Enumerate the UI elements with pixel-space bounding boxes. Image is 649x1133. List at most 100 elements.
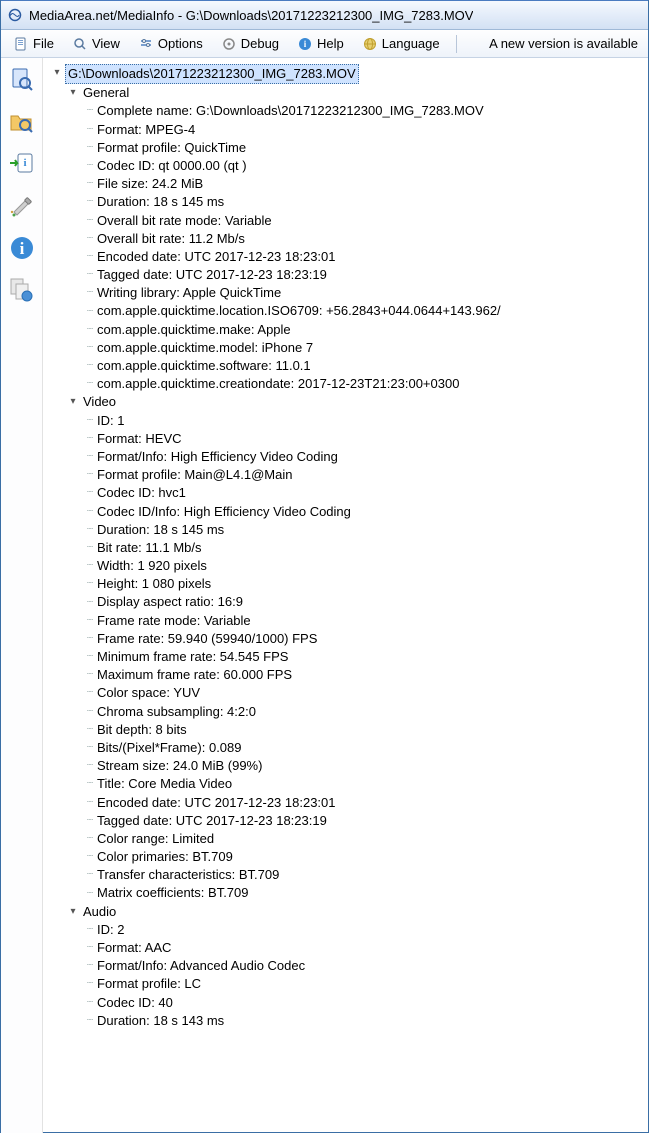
tree-leaf-label[interactable]: Frame rate: 59.940 (59940/1000) FPS: [97, 630, 317, 648]
tree-leaf-label[interactable]: Color range: Limited: [97, 830, 214, 848]
tree-section-label[interactable]: Audio: [81, 903, 118, 921]
tree-leaf-label[interactable]: com.apple.quicktime.creationdate: 2017-1…: [97, 375, 459, 393]
tree-leaf-label[interactable]: com.apple.quicktime.model: iPhone 7: [97, 339, 313, 357]
tree-leaf-label[interactable]: ID: 2: [97, 921, 124, 939]
tree-leaf-label[interactable]: Writing library: Apple QuickTime: [97, 284, 281, 302]
tree-leaf-label[interactable]: Height: 1 080 pixels: [97, 575, 211, 593]
menu-separator: [456, 35, 457, 53]
tree-leaf-label[interactable]: Format: AAC: [97, 939, 171, 957]
tree-leaf-label[interactable]: Matrix coefficients: BT.709: [97, 884, 249, 902]
tree-leaf-label[interactable]: Complete name: G:\Downloads\201712232123…: [97, 102, 484, 120]
tree-leaf-label[interactable]: Chroma subsampling: 4:2:0: [97, 703, 256, 721]
sidebar-preferences-button[interactable]: [6, 190, 38, 222]
tree-leaf-label[interactable]: Frame rate mode: Variable: [97, 612, 251, 630]
tree-leaf-connector: ┈: [83, 614, 97, 628]
menu-language-label: Language: [382, 36, 440, 51]
tree-leaf-label[interactable]: com.apple.quicktime.location.ISO6709: +5…: [97, 302, 501, 320]
tree-leaf-label[interactable]: Duration: 18 s 143 ms: [97, 1012, 224, 1030]
tree-leaf-label[interactable]: com.apple.quicktime.software: 11.0.1: [97, 357, 311, 375]
tree-section-label[interactable]: General: [81, 84, 131, 102]
tree-leaf-label[interactable]: Codec ID: qt 0000.00 (qt ): [97, 157, 247, 175]
app-icon: [7, 7, 23, 23]
menu-options[interactable]: Options: [132, 34, 209, 54]
tree-leaf-label[interactable]: Encoded date: UTC 2017-12-23 18:23:01: [97, 794, 336, 812]
tree-expander[interactable]: [67, 395, 79, 409]
menu-view[interactable]: View: [66, 34, 126, 54]
tree-leaf-connector: ┈: [83, 814, 97, 828]
tree-leaf-label[interactable]: Display aspect ratio: 16:9: [97, 593, 243, 611]
options-icon: [138, 36, 154, 52]
tree-view[interactable]: G:\Downloads\20171223212300_IMG_7283.MOV…: [43, 58, 648, 1133]
tree-leaf-label[interactable]: Maximum frame rate: 60.000 FPS: [97, 666, 292, 684]
tree-expander[interactable]: [51, 66, 63, 80]
tree-leaf-label[interactable]: Format/Info: Advanced Audio Codec: [97, 957, 305, 975]
tree-leaf-label[interactable]: Duration: 18 s 145 ms: [97, 193, 224, 211]
help-icon: i: [297, 36, 313, 52]
sidebar-export-button[interactable]: i: [6, 148, 38, 180]
tree-leaf-connector: ┈: [83, 887, 97, 901]
tree-leaf-connector: ┈: [83, 104, 97, 118]
sidebar: i i: [1, 58, 43, 1133]
tree-leaf-connector: ┈: [83, 268, 97, 282]
sidebar-web-button[interactable]: [6, 274, 38, 306]
tree-leaf-label[interactable]: Codec ID: 40: [97, 994, 173, 1012]
tree-leaf-label[interactable]: Format/Info: High Efficiency Video Codin…: [97, 448, 338, 466]
update-available-link[interactable]: A new version is available: [489, 36, 642, 51]
menu-file-label: File: [33, 36, 54, 51]
tree-leaf-connector: ┈: [83, 286, 97, 300]
tree-leaf-label[interactable]: Codec ID: hvc1: [97, 484, 186, 502]
tree-leaf-connector: ┈: [83, 723, 97, 737]
tree-leaf-connector: ┈: [83, 577, 97, 591]
tree-leaf-label[interactable]: Tagged date: UTC 2017-12-23 18:23:19: [97, 812, 327, 830]
tree-root-label[interactable]: G:\Downloads\20171223212300_IMG_7283.MOV: [65, 64, 359, 84]
tree-leaf-connector: ┈: [83, 450, 97, 464]
tree-leaf-label[interactable]: Color space: YUV: [97, 684, 200, 702]
tree-leaf-label[interactable]: Bit rate: 11.1 Mb/s: [97, 539, 202, 557]
tree-leaf-label[interactable]: com.apple.quicktime.make: Apple: [97, 321, 291, 339]
tree-leaf-label[interactable]: ID: 1: [97, 412, 124, 430]
view-icon: [72, 36, 88, 52]
tree-leaf-label[interactable]: Bit depth: 8 bits: [97, 721, 187, 739]
tree-expander[interactable]: [67, 905, 79, 919]
sidebar-about-button[interactable]: i: [6, 232, 38, 264]
tree-leaf-label[interactable]: Bits/(Pixel*Frame): 0.089: [97, 739, 242, 757]
menu-file[interactable]: File: [7, 34, 60, 54]
tree-leaf-label[interactable]: Stream size: 24.0 MiB (99%): [97, 757, 262, 775]
file-icon: [13, 36, 29, 52]
tree-leaf-label[interactable]: Format: MPEG-4: [97, 121, 195, 139]
menu-help[interactable]: i Help: [291, 34, 350, 54]
tree-leaf-label[interactable]: Minimum frame rate: 54.545 FPS: [97, 648, 288, 666]
tree-leaf-label[interactable]: Overall bit rate: 11.2 Mb/s: [97, 230, 245, 248]
tree-leaf-connector: ┈: [83, 468, 97, 482]
tree-leaf-connector: ┈: [83, 177, 97, 191]
tree-leaf-label[interactable]: Format profile: LC: [97, 975, 201, 993]
tree-leaf-label[interactable]: Tagged date: UTC 2017-12-23 18:23:19: [97, 266, 327, 284]
menu-debug[interactable]: Debug: [215, 34, 285, 54]
tree-leaf-label[interactable]: Duration: 18 s 145 ms: [97, 521, 224, 539]
tree-leaf-label[interactable]: Format profile: QuickTime: [97, 139, 246, 157]
sidebar-open-file-button[interactable]: [6, 64, 38, 96]
tree-leaf-connector: ┈: [83, 523, 97, 537]
tree-leaf-label[interactable]: File size: 24.2 MiB: [97, 175, 203, 193]
tree-leaf-label[interactable]: Overall bit rate mode: Variable: [97, 212, 272, 230]
tree-leaf-label[interactable]: Format profile: Main@L4.1@Main: [97, 466, 292, 484]
tree-leaf-label[interactable]: Format: HEVC: [97, 430, 182, 448]
tree-leaf-label[interactable]: Encoded date: UTC 2017-12-23 18:23:01: [97, 248, 336, 266]
tree-leaf-connector: ┈: [83, 596, 97, 610]
menu-debug-label: Debug: [241, 36, 279, 51]
tree-expander[interactable]: [67, 86, 79, 100]
tree-leaf-connector: ┈: [83, 159, 97, 173]
tree-leaf-label[interactable]: Transfer characteristics: BT.709: [97, 866, 279, 884]
tree-leaf-label[interactable]: Color primaries: BT.709: [97, 848, 233, 866]
title-bar: MediaArea.net/MediaInfo - G:\Downloads\2…: [1, 0, 648, 30]
tree-leaf-label[interactable]: Title: Core Media Video: [97, 775, 232, 793]
tree-leaf-label[interactable]: Codec ID/Info: High Efficiency Video Cod…: [97, 503, 351, 521]
sidebar-open-folder-button[interactable]: [6, 106, 38, 138]
tree-leaf-connector: ┈: [83, 977, 97, 991]
tree-section-label[interactable]: Video: [81, 393, 118, 411]
menu-language[interactable]: Language: [356, 34, 446, 54]
tree-leaf-connector: ┈: [83, 850, 97, 864]
tree-leaf-connector: ┈: [83, 941, 97, 955]
tree-leaf-connector: ┈: [83, 559, 97, 573]
tree-leaf-label[interactable]: Width: 1 920 pixels: [97, 557, 207, 575]
